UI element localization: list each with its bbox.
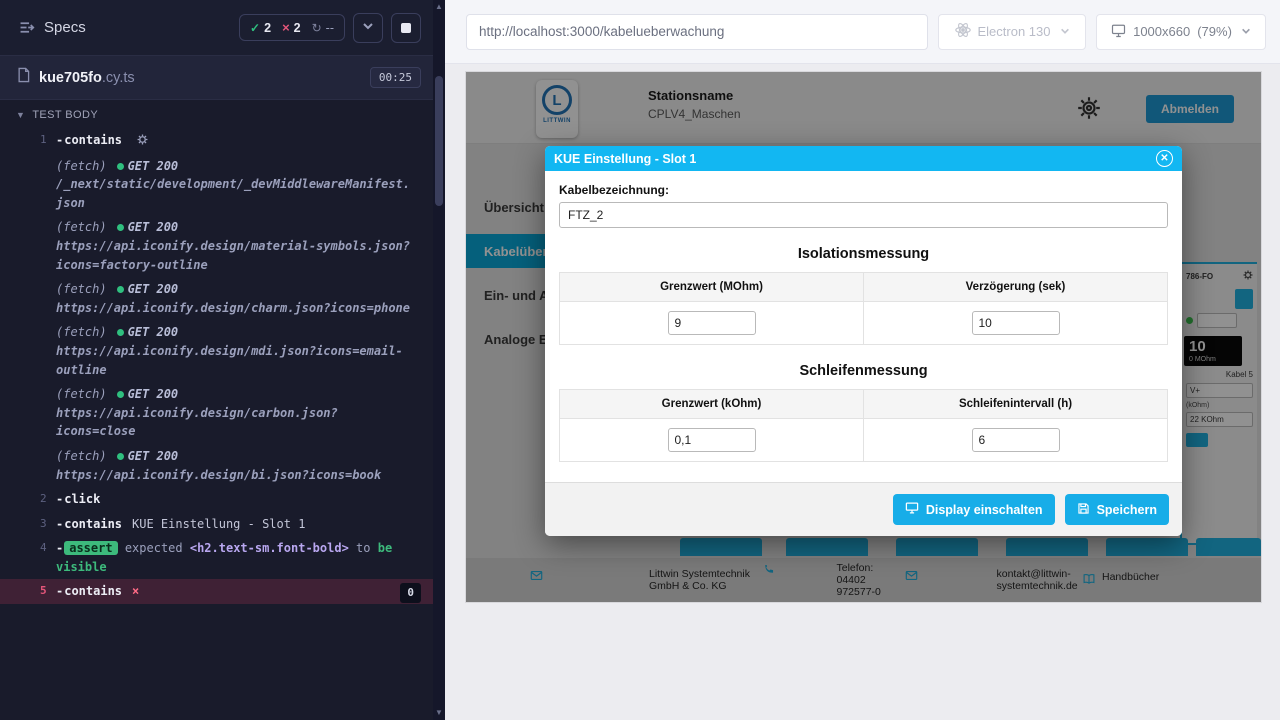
display-on-button[interactable]: Display einschalten: [893, 494, 1055, 525]
specs-list-icon: [18, 19, 35, 36]
match-count-badge: 0: [400, 583, 421, 602]
test-body-toggle[interactable]: ▼ TEST BODY: [0, 100, 433, 128]
aut-container: L LITTWIN Stationsname CPLV4_Maschen Abm…: [445, 64, 1280, 720]
electron-icon: [955, 22, 971, 41]
gear-icon: [137, 132, 148, 151]
url-bar[interactable]: http://localhost:3000/kabelueberwachung: [466, 14, 928, 50]
isolation-section-title: Isolationsmessung: [559, 246, 1168, 262]
assert-row[interactable]: 4 assert expected <h2.text-sm.font-bold>…: [0, 536, 433, 579]
cable-name-input[interactable]: [559, 202, 1168, 228]
viewport-zoom: (79%): [1197, 24, 1232, 39]
spec-file-icon: [16, 67, 31, 88]
close-icon[interactable]: ✕: [1156, 150, 1173, 167]
stat-passed: ✓2: [250, 21, 271, 35]
viewport-selector[interactable]: 1000x660 (79%): [1096, 14, 1266, 50]
x-icon: ×: [282, 20, 290, 35]
refresh-icon: ↻: [312, 21, 322, 35]
url-text: http://localhost:3000/kabelueberwachung: [479, 24, 724, 39]
browser-name: Electron 130: [978, 24, 1051, 39]
column-header: Schleifenintervall (h): [864, 390, 1167, 418]
loop-limit-input[interactable]: [668, 428, 756, 452]
isolation-limit-input[interactable]: [668, 311, 756, 335]
spec-name: kue705fo.cy.ts: [39, 70, 362, 86]
browser-selector[interactable]: Electron 130: [938, 14, 1086, 50]
check-icon: ✓: [250, 21, 260, 35]
command-row[interactable]: 3 containsKUE Einstellung - Slot 1: [0, 512, 433, 537]
status-dot-icon: [117, 286, 124, 293]
column-header: Verzögerung (sek): [864, 273, 1167, 301]
isolation-delay-input[interactable]: [972, 311, 1060, 335]
runner-header: http://localhost:3000/kabelueberwachung …: [445, 0, 1280, 64]
reporter-sidebar: Specs ✓2 ×2 ↻-- kue705fo.cy.ts 00:25 ▼ T…: [0, 0, 433, 720]
stop-icon: [401, 23, 411, 33]
stat-failed: ×2: [282, 20, 301, 35]
modal-footer: Display einschalten Speichern: [545, 482, 1182, 536]
monitor-icon: [905, 501, 919, 518]
collapse-button[interactable]: [353, 13, 383, 43]
fetch-row[interactable]: (fetch)GET 200https://api.iconify.design…: [0, 444, 433, 487]
specs-label: Specs: [44, 19, 86, 36]
chevron-down-icon: [1060, 24, 1070, 39]
spec-header[interactable]: kue705fo.cy.ts 00:25: [0, 56, 433, 100]
fetch-row[interactable]: (fetch)GET 200https://api.iconify.design…: [0, 382, 433, 444]
test-stats: ✓2 ×2 ↻--: [239, 14, 345, 41]
cable-name-label: Kabelbezeichnung:: [559, 183, 1168, 197]
modal-title: KUE Einstellung - Slot 1: [554, 152, 696, 166]
stat-pending: ↻--: [312, 21, 334, 35]
fetch-row[interactable]: (fetch)GET 200https://api.iconify.design…: [0, 320, 433, 382]
save-button[interactable]: Speichern: [1065, 494, 1169, 525]
failed-command-row[interactable]: 5 contains× 0: [0, 579, 433, 604]
loop-section-title: Schleifenmessung: [559, 363, 1168, 379]
spec-duration-badge: 00:25: [370, 67, 421, 88]
status-dot-icon: [117, 329, 124, 336]
command-row[interactable]: 2 click: [0, 487, 433, 512]
fetch-row[interactable]: (fetch)GET 200https://api.iconify.design…: [0, 277, 433, 320]
command-log: 1 contains (fetch)GET 200/_next/static/d…: [0, 128, 433, 720]
monitor-icon: [1111, 23, 1126, 41]
fetch-row[interactable]: (fetch)GET 200https://api.iconify.design…: [0, 215, 433, 277]
column-header: Grenzwert (kOhm): [560, 390, 864, 418]
fetch-row[interactable]: (fetch)GET 200/_next/static/development/…: [0, 154, 433, 216]
chevron-down-icon: [362, 20, 374, 35]
status-dot-icon: [117, 453, 124, 460]
specs-menu[interactable]: Specs: [18, 19, 86, 36]
app-under-test: L LITTWIN Stationsname CPLV4_Maschen Abm…: [466, 72, 1261, 602]
scroll-down-icon[interactable]: ▼: [435, 708, 443, 718]
column-header: Grenzwert (MOhm): [560, 273, 864, 301]
save-floppy-icon: [1077, 502, 1090, 518]
status-dot-icon: [117, 391, 124, 398]
scroll-up-icon[interactable]: ▲: [435, 2, 443, 12]
loop-table: Grenzwert (kOhm) Schleifenintervall (h): [559, 389, 1168, 462]
modal-header: KUE Einstellung - Slot 1 ✕: [545, 146, 1182, 171]
caret-down-icon: ▼: [16, 110, 25, 120]
kue-settings-modal: KUE Einstellung - Slot 1 ✕ Kabelbezeichn…: [545, 146, 1182, 536]
reporter-header: Specs ✓2 ×2 ↻--: [0, 0, 433, 56]
scrollbar-thumb[interactable]: [435, 76, 443, 206]
loop-interval-input[interactable]: [972, 428, 1060, 452]
chevron-down-icon: [1241, 24, 1251, 39]
status-dot-icon: [117, 163, 124, 170]
stop-button[interactable]: [391, 13, 421, 43]
isolation-table: Grenzwert (MOhm) Verzögerung (sek): [559, 272, 1168, 345]
viewport-size: 1000x660: [1133, 24, 1190, 39]
status-dot-icon: [117, 224, 124, 231]
command-row[interactable]: 1 contains: [0, 128, 433, 154]
